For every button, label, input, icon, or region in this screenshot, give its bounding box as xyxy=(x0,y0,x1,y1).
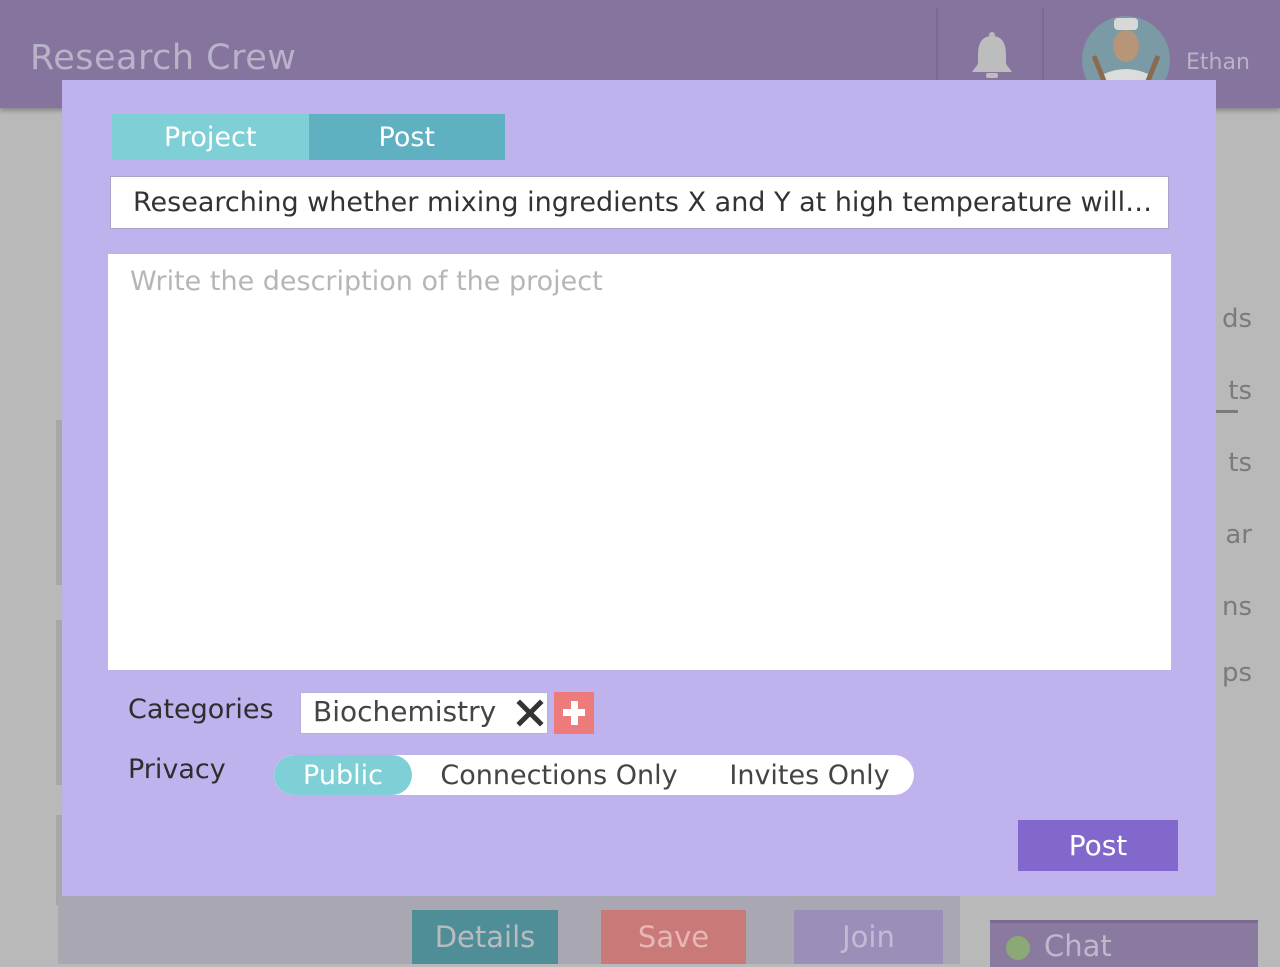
privacy-option-public[interactable]: Public xyxy=(274,755,412,795)
username[interactable]: Ethan xyxy=(1186,50,1250,75)
notification-bell-icon[interactable] xyxy=(968,30,1016,80)
tab-project[interactable]: Project xyxy=(112,114,309,160)
project-title-input[interactable]: Researching whether mixing ingredients X… xyxy=(110,176,1169,229)
categories-label: Categories xyxy=(128,694,274,725)
online-status-icon xyxy=(1006,936,1030,960)
chat-label: Chat xyxy=(1044,929,1112,963)
brand-title[interactable]: Research Crew xyxy=(30,38,296,78)
join-button[interactable]: Join xyxy=(794,910,943,964)
post-button[interactable]: Post xyxy=(1018,820,1178,871)
modal-tabs: Project Post xyxy=(112,114,505,160)
category-chip-label: Biochemistry xyxy=(313,695,497,728)
create-project-modal: Project Post Researching whether mixing … xyxy=(62,80,1216,896)
add-category-button[interactable] xyxy=(554,692,594,734)
category-chip: Biochemistry xyxy=(300,692,548,734)
chat-panel[interactable]: Chat xyxy=(990,920,1258,967)
privacy-option-invites-only[interactable]: Invites Only xyxy=(722,755,897,795)
privacy-option-connections-only[interactable]: Connections Only xyxy=(434,755,684,795)
save-button[interactable]: Save xyxy=(601,910,746,964)
project-description-textarea[interactable]: Write the description of the project xyxy=(108,254,1171,670)
description-placeholder: Write the description of the project xyxy=(130,266,603,297)
remove-category-icon[interactable] xyxy=(515,698,545,728)
privacy-selector: Public Connections Only Invites Only xyxy=(274,755,914,795)
privacy-label: Privacy xyxy=(128,754,226,785)
project-title-value: Researching whether mixing ingredients X… xyxy=(133,187,1154,218)
tab-post[interactable]: Post xyxy=(308,114,505,160)
details-button[interactable]: Details xyxy=(412,910,558,964)
